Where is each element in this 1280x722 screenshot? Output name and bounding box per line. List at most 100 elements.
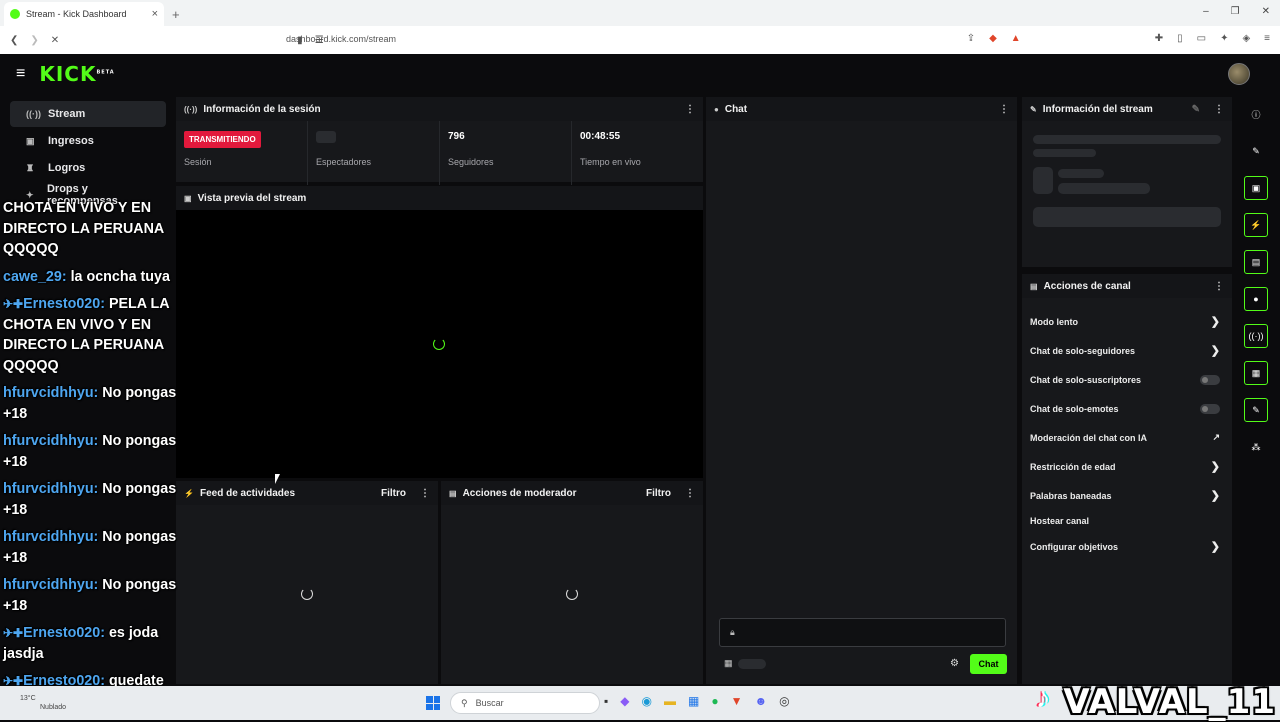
brave-shield-icon[interactable]: ◆ [989, 33, 997, 44]
action-label: Restricción de edad [1030, 461, 1116, 472]
chat-points-placeholder [738, 659, 766, 669]
action-configure-goals[interactable]: Configurar objetivos ❯ [1022, 532, 1232, 561]
action-label: Hostear canal [1030, 516, 1090, 526]
vpn-icon[interactable]: ◈ [1242, 33, 1250, 44]
overlay-username: Ernesto020: [23, 296, 105, 312]
money-icon: ▣ [26, 135, 35, 146]
copilot-icon[interactable]: ◆ [620, 694, 629, 708]
skeleton-line [1033, 207, 1221, 227]
add-widget-icon[interactable]: ⁂ [1244, 435, 1268, 459]
info-icon[interactable]: ⓘ [1244, 102, 1268, 126]
more-options-icon[interactable]: ⋮ [1214, 104, 1224, 115]
close-tab-icon[interactable]: × [152, 8, 158, 20]
user-avatar[interactable] [1228, 63, 1250, 85]
action-subscribers-only: Chat de solo-suscriptores [1022, 365, 1232, 394]
chat-toggle-icon[interactable]: ● [1244, 287, 1268, 311]
new-tab-button[interactable]: + [172, 7, 180, 22]
more-options-icon[interactable]: ⋮ [420, 488, 430, 499]
lock-icon: 🔒︎ [730, 627, 735, 637]
wrench-icon: ✎ [1030, 104, 1037, 114]
menu-icon[interactable]: ≡ [1264, 33, 1270, 44]
back-icon[interactable]: ❮ [10, 35, 18, 46]
activity-toggle-icon[interactable]: ⚡ [1244, 213, 1268, 237]
stream-info-panel: ✎ Información del stream ✎ ⋮ [1022, 97, 1232, 267]
windows-start-icon[interactable] [426, 696, 440, 710]
minimize-button[interactable]: – [1203, 6, 1209, 17]
overlay-message-text: la ocncha tuya [70, 268, 170, 285]
action-emotes-only: Chat de solo-emotes [1022, 394, 1232, 423]
maximize-button[interactable]: ❐ [1231, 6, 1240, 17]
external-link-icon: ↗ [1212, 432, 1220, 442]
task-view-icon[interactable]: ▪ [604, 694, 608, 708]
leo-icon[interactable]: ✦ [1220, 33, 1228, 44]
tab-title: Stream - Kick Dashboard [26, 9, 127, 19]
brave-rewards-icon[interactable]: ▲ [1011, 33, 1021, 44]
user-badge-icon: ✈✚ [3, 297, 24, 311]
more-options-icon[interactable]: ⋮ [1214, 281, 1224, 292]
url-input[interactable]: dashboard.kick.com/stream [286, 34, 396, 44]
close-window-button[interactable]: ✕ [1262, 6, 1270, 17]
wallet-icon[interactable]: ▭ [1197, 33, 1206, 44]
subscribers-only-toggle[interactable] [1200, 374, 1220, 385]
sidebar-item-stream[interactable]: ((·)) Stream [10, 101, 166, 127]
reload-icon[interactable]: ✕ [51, 35, 59, 46]
sidebar-toggle-icon[interactable]: ▯ [1177, 33, 1183, 44]
store-icon[interactable]: ▦ [688, 694, 699, 708]
action-banned-words[interactable]: Palabras baneadas ❯ [1022, 481, 1232, 510]
action-ai-moderation[interactable]: Moderación del chat con IA ↗ [1022, 423, 1232, 452]
kick-favicon-icon [10, 9, 20, 19]
preview-toggle-icon[interactable]: ▣ [1244, 176, 1268, 200]
overlay-username: hfurvcidhhyu: [3, 433, 99, 449]
session-info-panel: ((·)) Información de la sesión ⋮ TRANSMI… [176, 97, 703, 185]
chat-bubble-icon: ● [714, 104, 719, 114]
skeleton-line [1033, 149, 1096, 157]
emotes-only-toggle[interactable] [1200, 403, 1220, 414]
chat-message-input[interactable]: 🔒︎ [719, 618, 1006, 647]
spotify-icon[interactable]: ● [711, 694, 718, 708]
broadcast-toggle-icon[interactable]: ((·)) [1244, 324, 1268, 348]
brave-icon[interactable]: ▼ [731, 694, 743, 708]
taskbar-search-input[interactable]: ⚲ Buscar [450, 692, 600, 714]
action-slow-mode[interactable]: Modo lento ❯ [1022, 307, 1232, 336]
chat-send-button[interactable]: Chat [970, 654, 1007, 674]
edit-icon[interactable]: ✎ [1244, 139, 1268, 163]
sidebar-item-ingresos[interactable]: ▣ Ingresos [10, 128, 166, 154]
action-age-restriction[interactable]: Restricción de edad ❯ [1022, 452, 1232, 481]
forward-icon[interactable]: ❯ [30, 35, 38, 46]
more-options-icon[interactable]: ⋮ [685, 104, 695, 115]
live-status-badge: TRANSMITIENDO [184, 131, 261, 148]
stat-value: 796 [448, 131, 465, 142]
hamburger-menu-icon[interactable]: ≡ [16, 65, 25, 83]
file-explorer-icon[interactable]: ▬ [664, 694, 676, 708]
gear-icon[interactable]: ⚙ [950, 658, 959, 669]
mouse-cursor [275, 474, 280, 484]
filter-button[interactable]: Filtro [646, 488, 671, 499]
action-label: Moderación del chat con IA [1030, 432, 1148, 443]
more-options-icon[interactable]: ⋮ [999, 104, 1009, 115]
kick-logo[interactable]: KICKBETA [39, 62, 114, 86]
extensions-icon[interactable]: ✚ [1155, 33, 1163, 44]
edit-pencil-icon[interactable]: ✎ [1192, 104, 1200, 115]
edge-icon[interactable]: ◉ [642, 694, 652, 708]
more-options-icon[interactable]: ⋮ [685, 488, 695, 499]
store-icon[interactable]: ▦ [724, 658, 733, 669]
share-icon[interactable]: ⇪ [967, 33, 975, 44]
overlay-chat-message: CHOTA EN VIVO Y EN DIRECTO LA PERUANA QQ… [3, 198, 193, 260]
activity-feed-header: ⚡ Feed de actividades Filtro ⋮ [176, 481, 438, 505]
browser-tab[interactable]: Stream - Kick Dashboard × [4, 2, 164, 26]
chevron-right-icon: ❯ [1210, 541, 1220, 553]
obs-icon[interactable]: ◎ [779, 694, 789, 708]
tools-toggle-icon[interactable]: ✎ [1244, 398, 1268, 422]
broadcast-icon: ((·)) [26, 109, 41, 119]
filter-button[interactable]: Filtro [381, 488, 406, 499]
stat-viewers: Espectadores [308, 121, 440, 185]
overlay-message-text: CHOTA EN VIVO Y EN DIRECTO LA PERUANA QQ… [3, 200, 164, 257]
moderator-toggle-icon[interactable]: ▦ [1244, 361, 1268, 385]
weather-widget[interactable]: 13°C Nublado [20, 694, 66, 712]
notes-toggle-icon[interactable]: ▤ [1244, 250, 1268, 274]
discord-icon[interactable]: ☻ [754, 694, 767, 708]
stream-info-header: ✎ Información del stream ✎ ⋮ [1022, 97, 1232, 121]
sidebar-item-logros[interactable]: ♜ Logros [10, 155, 166, 181]
action-followers-only[interactable]: Chat de solo-seguidores ❯ [1022, 336, 1232, 365]
action-host-channel[interactable]: Hostear canal [1022, 510, 1232, 532]
